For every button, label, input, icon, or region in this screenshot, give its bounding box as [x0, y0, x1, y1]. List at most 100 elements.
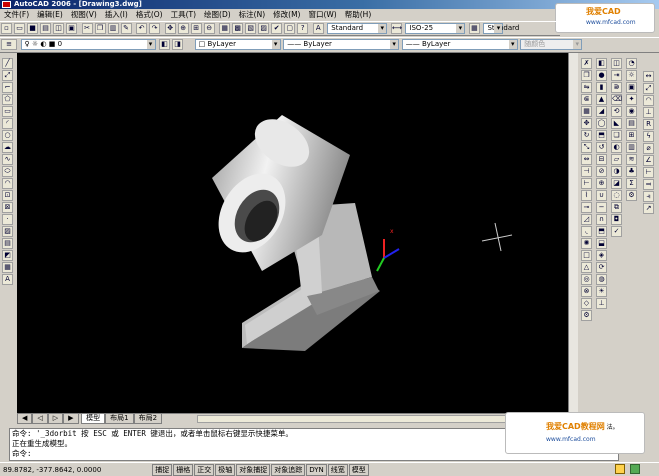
snap-center-icon[interactable]: ◎: [581, 274, 592, 285]
cut-icon[interactable]: ✂: [81, 23, 93, 34]
table-style-icon[interactable]: ▦: [468, 23, 480, 34]
rotate-icon[interactable]: ↻: [581, 130, 592, 141]
snap-quadrant-icon[interactable]: ◇: [581, 298, 592, 309]
make-current-icon[interactable]: ◧: [159, 39, 171, 50]
ordinate-icon[interactable]: ⊥: [643, 107, 654, 118]
plot-icon[interactable]: ▤: [40, 23, 51, 34]
ellipse-icon[interactable]: ⬭: [2, 166, 13, 177]
shell-icon[interactable]: ◘: [611, 214, 622, 225]
dim-style-icon[interactable]: ⟷: [390, 23, 402, 34]
designcenter-icon[interactable]: ▩: [232, 23, 244, 34]
rotate-face-icon[interactable]: ⟲: [611, 106, 622, 117]
chamfer-icon[interactable]: ◿: [581, 214, 592, 225]
mtext-icon[interactable]: A: [2, 274, 13, 285]
mapping-icon[interactable]: ⊞: [626, 130, 637, 141]
union-icon[interactable]: ∪: [596, 190, 607, 201]
subtract-icon[interactable]: −: [596, 202, 607, 213]
ortho-toggle[interactable]: 正交: [194, 464, 215, 476]
extrude-icon[interactable]: ⬒: [596, 130, 607, 141]
quick-dim-icon[interactable]: ⊢: [643, 167, 654, 178]
undo-icon[interactable]: ↶: [136, 23, 148, 34]
tab-layout1[interactable]: 布局1: [105, 414, 134, 424]
revolve-icon[interactable]: ↺: [596, 142, 607, 153]
lineweight-toggle[interactable]: 线宽: [327, 464, 348, 476]
osnap-toggle[interactable]: 对象捕捉: [236, 464, 271, 476]
ellipse-arc-icon[interactable]: ◠: [2, 178, 13, 189]
check-icon[interactable]: ✓: [611, 226, 622, 237]
polyline-icon[interactable]: ⌐: [2, 82, 13, 93]
menu-insert[interactable]: 插入(I): [101, 9, 132, 21]
otrack-toggle[interactable]: 对象追踪: [271, 464, 306, 476]
move-face-icon[interactable]: ⇥: [611, 70, 622, 81]
render-scene-icon[interactable]: ☼: [626, 70, 637, 81]
linear-dim-icon[interactable]: ↔: [643, 71, 654, 82]
fog-icon[interactable]: ≋: [626, 154, 637, 165]
trim-icon[interactable]: ⊣: [581, 166, 592, 177]
clean-icon[interactable]: ◌: [611, 190, 622, 201]
snap-node-icon[interactable]: ⊗: [581, 286, 592, 297]
menu-help[interactable]: 帮助(H): [341, 9, 376, 21]
dim-style-select[interactable]: ISO-25: [405, 23, 466, 34]
communication-center-icon[interactable]: [615, 464, 625, 474]
copy-edge-icon[interactable]: ▱: [611, 154, 622, 165]
gradient-icon[interactable]: ▤: [2, 238, 13, 249]
tab-layout2[interactable]: 布局2: [133, 414, 163, 424]
table-style-select[interactable]: Standard: [483, 23, 519, 34]
extrude-face-icon[interactable]: ◫: [611, 58, 622, 69]
materials-library-icon[interactable]: ▤: [626, 118, 637, 129]
point-icon[interactable]: ·: [2, 214, 13, 225]
scale-icon[interactable]: ⤡: [581, 142, 592, 153]
quickcalc-icon[interactable]: ▢: [284, 23, 296, 34]
paste-icon[interactable]: ▥: [107, 23, 119, 34]
sheetset-icon[interactable]: ▨: [258, 23, 270, 34]
array-icon[interactable]: ▦: [581, 106, 592, 117]
continue-icon[interactable]: ⫣: [643, 191, 654, 202]
delete-face-icon[interactable]: ⌫: [611, 94, 622, 105]
tab-nav-next[interactable]: ▷: [47, 414, 64, 424]
menu-file[interactable]: 文件(F): [0, 9, 33, 21]
polygon-icon[interactable]: ⬠: [2, 94, 13, 105]
hide-icon[interactable]: ◔: [626, 58, 637, 69]
menu-window[interactable]: 窗口(W): [304, 9, 340, 21]
rectangle-icon[interactable]: ▭: [2, 106, 13, 117]
render-icon[interactable]: ☀: [596, 286, 607, 297]
zoom-window-icon[interactable]: ⊞: [190, 23, 202, 34]
model-toggle[interactable]: 模型: [348, 464, 369, 476]
circle-icon[interactable]: ○: [2, 130, 13, 141]
copy-icon[interactable]: ❐: [94, 23, 106, 34]
color-face-icon[interactable]: ◐: [611, 142, 622, 153]
extend-icon[interactable]: ⊢: [581, 178, 592, 189]
section-icon[interactable]: ⊟: [596, 154, 607, 165]
line-icon[interactable]: ╱: [2, 58, 13, 69]
zoom-previous-icon[interactable]: ⊖: [203, 23, 215, 34]
plotstyle-select[interactable]: 随颜色: [520, 39, 583, 50]
make-block-icon[interactable]: ⊠: [2, 202, 13, 213]
zoom-realtime-icon[interactable]: ⊕: [177, 23, 189, 34]
menu-view[interactable]: 视图(V): [67, 9, 101, 21]
explode-icon[interactable]: ✺: [581, 238, 592, 249]
toolpalette-icon[interactable]: ▧: [245, 23, 257, 34]
ucs-icon-btn[interactable]: ⊥: [596, 298, 607, 309]
layer-manager-icon[interactable]: ≡: [1, 39, 17, 50]
tab-nav-prev[interactable]: ◁: [32, 414, 48, 424]
diameter-icon[interactable]: ⌀: [643, 143, 654, 154]
background-icon[interactable]: ▥: [626, 142, 637, 153]
view-iso-icon[interactable]: ◈: [596, 250, 607, 261]
taper-face-icon[interactable]: ◣: [611, 118, 622, 129]
layer-previous-icon[interactable]: ◨: [172, 39, 184, 50]
spline-icon[interactable]: ∿: [2, 154, 13, 165]
scenes-icon[interactable]: ▣: [626, 82, 637, 93]
menu-edit[interactable]: 编辑(E): [33, 9, 67, 21]
offset-face-icon[interactable]: ⋑: [611, 82, 622, 93]
snap-midpoint-icon[interactable]: △: [581, 262, 592, 273]
insert-block-icon[interactable]: ⊡: [2, 190, 13, 201]
slice-icon[interactable]: ⊘: [596, 166, 607, 177]
save-icon[interactable]: ■: [27, 23, 38, 34]
interfere-icon[interactable]: ⊕: [596, 178, 607, 189]
revcloud-icon[interactable]: ☁: [2, 142, 13, 153]
stretch-icon[interactable]: ⇔: [581, 154, 592, 165]
menu-format[interactable]: 格式(O): [132, 9, 167, 21]
materials-icon[interactable]: ◉: [626, 106, 637, 117]
layer-select[interactable]: ♀ ☼ ◐ ■ 0: [20, 39, 156, 50]
snap-endpoint-icon[interactable]: □: [581, 250, 592, 261]
